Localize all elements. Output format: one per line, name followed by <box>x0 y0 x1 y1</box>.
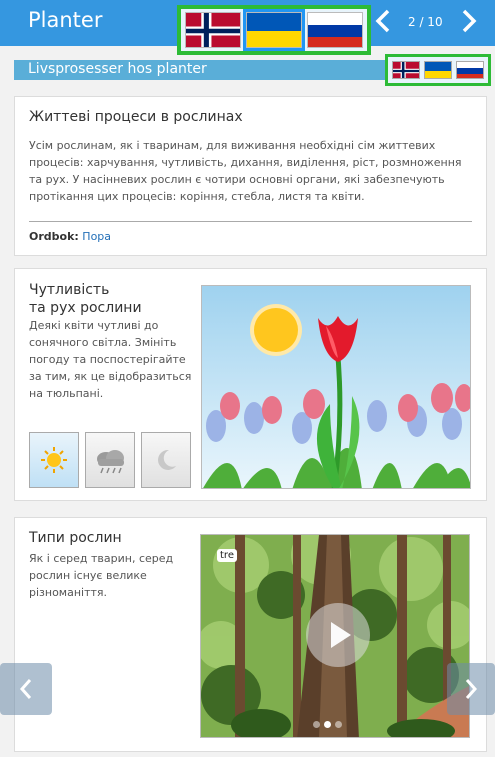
card-title: Життеві процеси в рослинах <box>29 109 243 125</box>
sun-icon <box>41 447 67 473</box>
card-body: Деякі квіти чутливі до сонячного світла.… <box>29 319 192 400</box>
language-selector-small <box>385 54 491 86</box>
card-title-line1: Чутливість <box>29 282 110 298</box>
flag-norway-small-button[interactable] <box>392 61 420 79</box>
slide-dots <box>313 721 342 728</box>
page-counter: 2 / 10 <box>408 15 443 29</box>
weather-sun-button[interactable] <box>29 432 79 488</box>
flag-ukraine-button[interactable] <box>242 9 305 51</box>
cloud-rain-icon <box>97 450 124 474</box>
weather-cloud-button[interactable] <box>85 432 135 488</box>
forest-photo: tre <box>200 534 470 738</box>
image-tag: tre <box>217 549 237 562</box>
dictionary-label: Ordbok: <box>29 230 79 243</box>
plant-types-card: Типи рослин Як і серед тварин, серед рос… <box>14 517 487 752</box>
weather-moon-button[interactable] <box>141 432 191 488</box>
tulip-illustration <box>201 285 471 489</box>
moon-icon <box>158 449 176 470</box>
card-title-line2: та рух рослини <box>29 300 142 316</box>
flag-russia-small-button[interactable] <box>456 61 484 79</box>
dictionary-line: Ordbok: Пора <box>29 230 111 243</box>
slide-dot-active[interactable] <box>324 721 331 728</box>
chevron-right-icon[interactable] <box>460 8 478 40</box>
section-title: Livsprosesser hos planter <box>28 61 207 77</box>
slide-dot[interactable] <box>335 721 342 728</box>
divider <box>29 221 472 222</box>
dictionary-link[interactable]: Пора <box>82 230 111 243</box>
play-icon[interactable] <box>306 603 370 667</box>
card-title: Чутливість та рух рослини <box>29 281 142 317</box>
sensitivity-card: Чутливість та рух рослини Деякі квіти чу… <box>14 268 487 501</box>
card-body: Як і серед тварин, серед рослин існує ве… <box>29 552 174 599</box>
flag-ukraine-small-button[interactable] <box>424 61 452 79</box>
life-processes-card: Життеві процеси в рослинах Усім рослинам… <box>14 96 487 256</box>
chevron-left-icon[interactable] <box>374 8 392 40</box>
app-title: Planter <box>28 8 103 32</box>
language-selector <box>177 5 371 55</box>
flag-norway-button[interactable] <box>185 12 242 48</box>
chevron-right-icon[interactable] <box>447 663 495 715</box>
chevron-left-icon[interactable] <box>0 663 52 715</box>
flag-russia-button[interactable] <box>306 12 363 48</box>
slide-dot[interactable] <box>313 721 320 728</box>
card-title: Типи рослин <box>29 530 122 546</box>
card-body: Усім рослинам, як і тваринам, для вижива… <box>29 139 462 203</box>
